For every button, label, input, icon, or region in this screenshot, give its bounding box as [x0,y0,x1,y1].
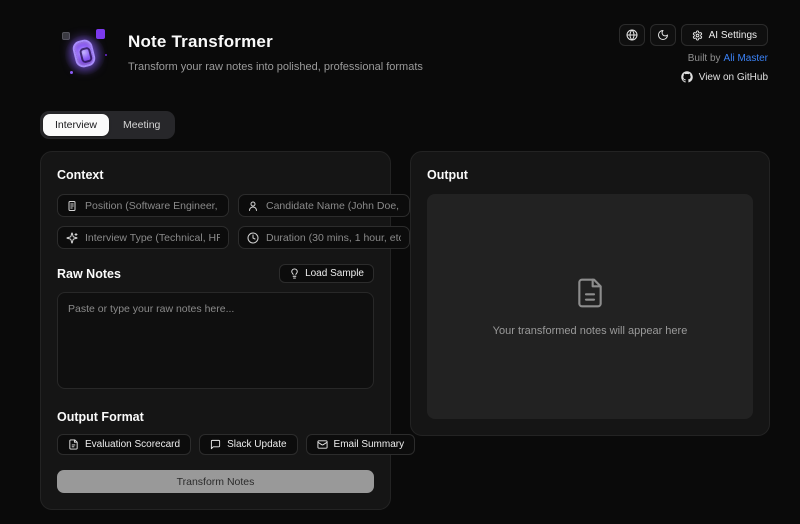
file-text-icon [574,277,606,309]
raw-notes-heading: Raw Notes [57,267,121,281]
logo-purple-square [96,29,105,39]
message-square-icon [210,439,221,450]
built-by: Built byAli Master [688,53,768,64]
logo-dot [70,71,73,74]
mail-icon [317,439,328,450]
github-link[interactable]: View on GitHub [681,71,768,83]
output-format-heading: Output Format [57,410,374,424]
format-email-summary-button[interactable]: Email Summary [306,434,416,455]
language-button[interactable] [619,24,645,46]
ai-settings-button[interactable]: AI Settings [681,24,768,46]
interview-type-input[interactable] [85,232,220,244]
format-evaluation-scorecard-button[interactable]: Evaluation Scorecard [57,434,191,455]
candidate-name-input[interactable] [266,200,401,212]
context-heading: Context [57,168,374,182]
output-empty-message: Your transformed notes will appear here [493,325,688,337]
load-sample-label: Load Sample [305,268,364,279]
format-label: Evaluation Scorecard [85,439,180,450]
page-title: Note Transformer [128,32,423,52]
id-card-icon [66,200,78,212]
scorecard-file-icon [68,439,79,450]
app-header: Note Transformer Transform your raw note… [0,0,800,83]
tab-interview[interactable]: Interview [43,114,109,136]
output-heading: Output [427,168,753,182]
output-format-options: Evaluation Scorecard Slack Update Email … [57,434,374,455]
transform-notes-button[interactable]: Transform Notes [57,470,374,493]
theme-toggle-button[interactable] [650,24,676,46]
format-label: Slack Update [227,439,286,450]
format-slack-update-button[interactable]: Slack Update [199,434,297,455]
duration-input[interactable] [266,232,401,244]
context-card: Context [40,151,391,510]
app-logo [56,24,114,82]
position-input[interactable] [85,200,220,212]
lightbulb-icon [289,268,300,279]
globe-icon [626,29,638,41]
logo-gray-square [62,32,70,40]
github-link-label: View on GitHub [699,72,768,83]
format-label: Email Summary [334,439,405,450]
sparkles-icon [66,232,78,244]
position-field[interactable] [57,194,229,217]
candidate-name-field[interactable] [238,194,410,217]
logo-dot [105,54,107,56]
gear-icon [692,30,703,41]
output-card: Output Your transformed notes will appea… [410,151,770,436]
ai-settings-label: AI Settings [709,30,757,41]
output-empty-state: Your transformed notes will appear here [427,194,753,419]
tab-meeting[interactable]: Meeting [111,114,172,136]
duration-field[interactable] [238,226,410,249]
page-subtitle: Transform your raw notes into polished, … [128,61,423,73]
moon-icon [657,29,669,41]
context-fields [57,194,374,249]
raw-notes-textarea[interactable] [57,292,374,389]
user-icon [247,200,259,212]
interview-type-field[interactable] [57,226,229,249]
github-icon [681,71,693,83]
load-sample-button[interactable]: Load Sample [279,264,374,283]
built-by-author-link[interactable]: Ali Master [724,53,768,64]
mode-tabs: Interview Meeting [40,111,175,139]
clock-icon [247,232,259,244]
built-by-label: Built by [688,53,721,64]
